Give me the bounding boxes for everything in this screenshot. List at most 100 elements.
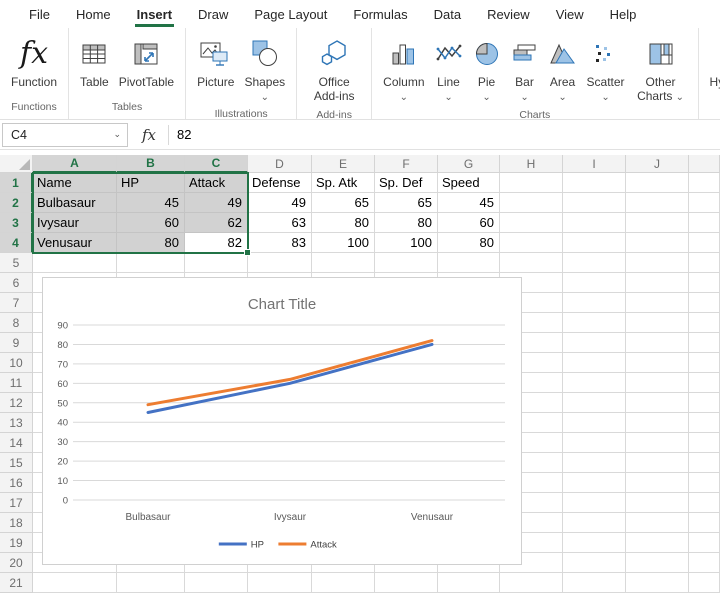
grid-cell[interactable] [626,193,689,213]
grid-cell[interactable] [689,533,720,553]
grid-cell[interactable] [563,333,626,353]
column-header-G[interactable]: G [438,155,500,173]
row-header-3[interactable]: 3 [0,213,33,233]
grid-cell[interactable] [500,173,563,193]
row-header-9[interactable]: 9 [0,333,33,353]
grid-cell[interactable] [689,173,720,193]
tab-formulas[interactable]: Formulas [340,0,420,28]
bar-button[interactable]: Bar⌄ [506,32,544,105]
column-header-H[interactable]: H [500,155,563,173]
grid-cell[interactable] [33,573,117,593]
column-header-partial[interactable] [689,155,720,173]
area-button[interactable]: Area⌄ [544,32,582,105]
grid-cell[interactable] [500,233,563,253]
row-header-19[interactable]: 19 [0,533,33,553]
cell-D3[interactable]: 63 [248,213,312,233]
grid-cell[interactable] [626,453,689,473]
fx-icon[interactable]: fx [128,126,168,144]
grid-cell[interactable] [563,393,626,413]
grid-cell[interactable] [626,173,689,193]
grid-cell[interactable] [117,253,185,273]
column-header-E[interactable]: E [312,155,375,173]
cell-C1[interactable]: Attack [185,173,248,193]
pivottable-button[interactable]: PivotTable [114,32,179,92]
tab-page-layout[interactable]: Page Layout [241,0,340,28]
chevron-down-icon[interactable]: ⌄ [482,93,490,103]
cell-B3[interactable]: 60 [117,213,185,233]
grid-cell[interactable] [500,573,563,593]
cell-D2[interactable]: 49 [248,193,312,213]
grid-cell[interactable] [689,473,720,493]
embedded-chart[interactable]: Chart Title0102030405060708090BulbasaurI… [42,277,522,565]
grid-cell[interactable] [626,213,689,233]
chevron-down-icon[interactable]: ⌄ [520,93,528,103]
row-header-8[interactable]: 8 [0,313,33,333]
row-header-2[interactable]: 2 [0,193,33,213]
grid-cell[interactable] [689,273,720,293]
picture-button[interactable]: Picture [192,32,239,92]
cell-G1[interactable]: Speed [438,173,500,193]
grid-cell[interactable] [563,233,626,253]
grid-cell[interactable] [248,253,312,273]
tab-help[interactable]: Help [597,0,650,28]
grid-cell[interactable] [689,373,720,393]
row-header-16[interactable]: 16 [0,473,33,493]
hyperlink-button[interactable]: Hyperlink [705,32,720,92]
tab-file[interactable]: File [16,0,63,28]
grid-cell[interactable] [626,313,689,333]
column-header-A[interactable]: A [33,155,117,173]
cell-B2[interactable]: 45 [117,193,185,213]
cell-F1[interactable]: Sp. Def [375,173,438,193]
grid-cell[interactable] [563,513,626,533]
grid-cell[interactable] [689,493,720,513]
grid-cell[interactable] [689,313,720,333]
column-header-C[interactable]: C [185,155,248,173]
chevron-down-icon[interactable]: ⌄ [672,92,684,103]
cell-A4[interactable]: Venusaur [33,233,117,253]
grid-cell[interactable] [563,253,626,273]
cell-E3[interactable]: 80 [312,213,375,233]
select-all-corner[interactable] [0,155,33,173]
column-header-J[interactable]: J [626,155,689,173]
cell-B4[interactable]: 80 [117,233,185,253]
grid-cell[interactable] [689,513,720,533]
grid-cell[interactable] [626,493,689,513]
grid-cell[interactable] [626,553,689,573]
grid-cell[interactable] [626,273,689,293]
grid-cell[interactable] [689,453,720,473]
cell-G3[interactable]: 60 [438,213,500,233]
tab-review[interactable]: Review [474,0,543,28]
grid-cell[interactable] [375,573,438,593]
cell-B1[interactable]: HP [117,173,185,193]
cell-E2[interactable]: 65 [312,193,375,213]
cell-C2[interactable]: 49 [185,193,248,213]
row-header-5[interactable]: 5 [0,253,33,273]
row-header-7[interactable]: 7 [0,293,33,313]
column-header-F[interactable]: F [375,155,438,173]
grid-cell[interactable] [563,493,626,513]
grid-cell[interactable] [689,293,720,313]
grid-cell[interactable] [626,393,689,413]
grid-cell[interactable] [500,253,563,273]
grid-cell[interactable] [626,233,689,253]
row-header-11[interactable]: 11 [0,373,33,393]
grid-cell[interactable] [689,213,720,233]
grid-cell[interactable] [563,533,626,553]
cell-F3[interactable]: 80 [375,213,438,233]
grid-cell[interactable] [626,573,689,593]
grid-cell[interactable] [563,413,626,433]
function-button[interactable]: fxFunction [6,32,62,92]
cell-G4[interactable]: 80 [438,233,500,253]
column-header-D[interactable]: D [248,155,312,173]
grid-cell[interactable] [689,353,720,373]
grid-cell[interactable] [563,173,626,193]
chevron-down-icon[interactable]: ⌄ [400,93,408,103]
tab-data[interactable]: Data [421,0,474,28]
tab-view[interactable]: View [543,0,597,28]
cell-E4[interactable]: 100 [312,233,375,253]
column-header-I[interactable]: I [563,155,626,173]
grid-cell[interactable] [689,233,720,253]
row-header-21[interactable]: 21 [0,573,33,593]
cell-C4[interactable]: 82 [185,233,248,253]
grid-cell[interactable] [563,313,626,333]
